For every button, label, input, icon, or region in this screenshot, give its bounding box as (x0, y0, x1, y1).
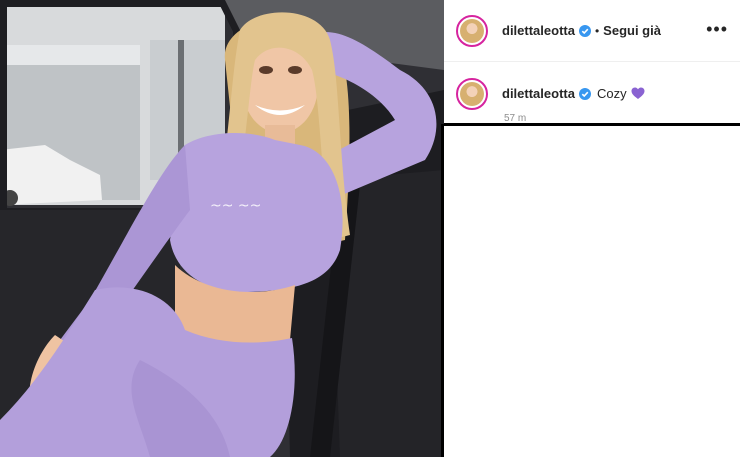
post-photo[interactable]: ~~ ~~ (0, 0, 444, 457)
caption-text: Cozy (596, 86, 627, 101)
author-avatar[interactable] (456, 14, 488, 47)
avatar-image (460, 82, 484, 106)
purple-heart-icon (631, 87, 645, 99)
separator-dot: • (594, 23, 600, 38)
avatar-image (460, 18, 484, 43)
svg-text:~~ ~~: ~~ ~~ (210, 198, 261, 214)
verified-badge-icon (578, 24, 591, 37)
caption-line: dilettaleotta Cozy (502, 86, 645, 101)
follow-status-button[interactable]: Segui già (603, 23, 661, 38)
panel-divider (444, 123, 740, 126)
caption-author-avatar[interactable] (456, 78, 488, 110)
verified-badge-icon (578, 87, 591, 100)
caption-username[interactable]: dilettaleotta (502, 86, 575, 101)
post-header: dilettaleotta • Segui già ••• (444, 0, 740, 62)
post-side-panel: dilettaleotta • Segui già ••• dilettaleo… (444, 0, 740, 457)
caption-comment: dilettaleotta Cozy (444, 70, 740, 122)
panel-left-border (441, 124, 444, 457)
post-image: ~~ ~~ (0, 0, 444, 457)
instagram-post-view: ~~ ~~ dilettaleotta • Segui già ••• dile (0, 0, 740, 457)
author-username[interactable]: dilettaleotta (502, 23, 575, 38)
more-options-icon[interactable]: ••• (706, 20, 728, 38)
caption-body: dilettaleotta Cozy (488, 78, 645, 101)
